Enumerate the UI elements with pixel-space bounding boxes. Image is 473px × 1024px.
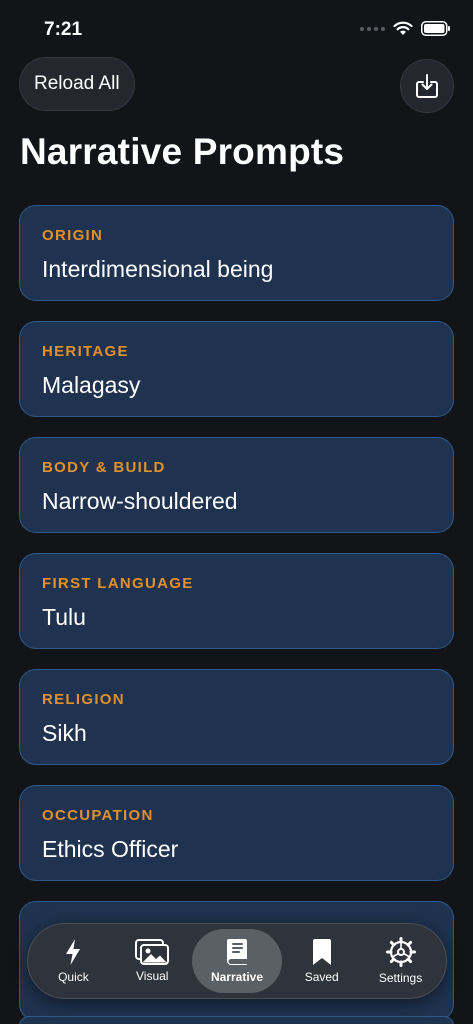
status-time: 7:21: [44, 19, 83, 40]
battery-icon: [421, 21, 450, 36]
card-label: ORIGIN: [42, 227, 104, 244]
tab-label: Narrative: [210, 970, 263, 984]
tab-label: Visual: [136, 969, 169, 983]
prompt-card-partial[interactable]: [19, 1016, 454, 1024]
tab-quick[interactable]: Quick: [34, 929, 113, 993]
card-value: Interdimensional being: [42, 256, 274, 282]
tab-saved[interactable]: Saved: [282, 929, 361, 993]
card-label: OCCUPATION: [42, 807, 154, 824]
status-bar: 7:21: [0, 0, 473, 58]
card-value: Malagasy: [42, 372, 141, 398]
card-label: FIRST LANGUAGE: [42, 575, 194, 592]
prompt-card-occupation[interactable]: OCCUPATION Ethics Officer: [19, 785, 454, 881]
prompt-card-body-build[interactable]: BODY & BUILD Narrow-shouldered: [19, 437, 454, 533]
card-value: Ethics Officer: [42, 836, 179, 862]
bookmark-icon: [312, 939, 331, 965]
prompt-card-first-language[interactable]: FIRST LANGUAGE Tulu: [19, 553, 454, 649]
card-value: Sikh: [42, 720, 87, 746]
tab-label: Saved: [304, 970, 339, 984]
gear-icon: [385, 937, 416, 967]
tab-bar: Quick Visual Narrative Saved Settings: [27, 923, 447, 999]
status-icons: [360, 21, 451, 36]
tab-label: Quick: [58, 970, 89, 984]
tab-narrative[interactable]: Narrative: [191, 929, 283, 993]
bolt-icon: [66, 939, 81, 965]
book-icon: [226, 939, 247, 965]
tab-visual[interactable]: Visual: [113, 929, 192, 993]
cellular-signal-icon: [360, 26, 385, 31]
reload-all-button[interactable]: Reload All: [19, 57, 135, 111]
card-label: HERITAGE: [42, 343, 129, 360]
photos-icon: [135, 939, 170, 965]
tab-label: Settings: [378, 971, 423, 985]
card-value: Tulu: [42, 604, 86, 630]
wifi-icon: [393, 21, 413, 35]
card-label: RELIGION: [42, 691, 125, 708]
prompt-card-religion[interactable]: RELIGION Sikh: [19, 669, 454, 765]
card-label: BODY & BUILD: [42, 459, 166, 476]
prompt-card-heritage[interactable]: HERITAGE Malagasy: [19, 321, 454, 417]
card-value: Narrow-shouldered: [42, 488, 238, 514]
download-tray-icon: [416, 74, 438, 98]
top-toolbar: Reload All: [19, 57, 454, 113]
page-title: Narrative Prompts: [20, 131, 345, 172]
prompt-card-origin[interactable]: ORIGIN Interdimensional being: [19, 205, 454, 301]
tab-settings[interactable]: Settings: [361, 929, 440, 993]
prompt-card-list: ORIGIN Interdimensional being HERITAGE M…: [19, 205, 454, 901]
export-button[interactable]: [400, 59, 454, 113]
